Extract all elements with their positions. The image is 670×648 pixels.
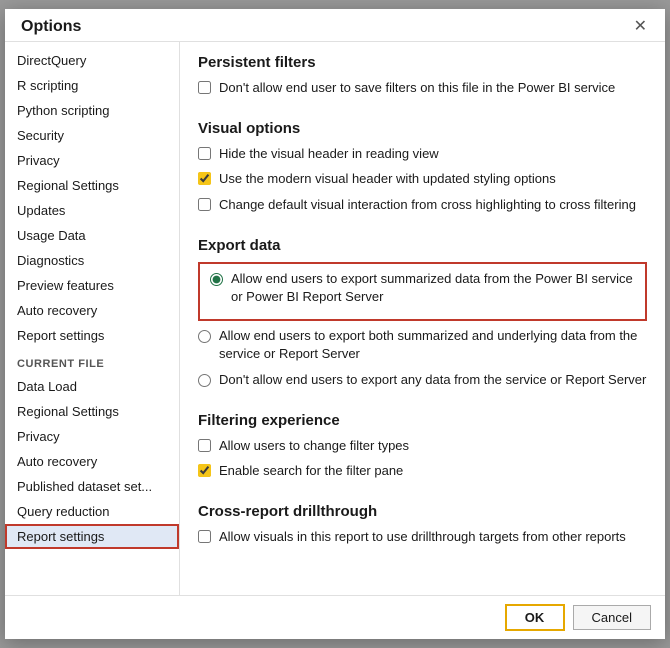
option-label-2-2: Don't allow end users to export any data… bbox=[219, 371, 646, 389]
close-button[interactable]: ✕ bbox=[628, 17, 653, 37]
sidebar-current-item-query-reduction[interactable]: Query reduction bbox=[5, 499, 179, 524]
option-row-4-0: Allow visuals in this report to use dril… bbox=[198, 528, 647, 546]
sidebar-item-diagnostics[interactable]: Diagnostics bbox=[5, 248, 179, 273]
ok-button[interactable]: OK bbox=[505, 604, 565, 631]
section-title-4: Cross-report drillthrough bbox=[198, 503, 647, 520]
option-row-2-0: Allow end users to export summarized dat… bbox=[210, 270, 635, 306]
sidebar-current-file-section: Data LoadRegional SettingsPrivacyAuto re… bbox=[5, 374, 179, 549]
option-row-3-1: Enable search for the filter pane bbox=[198, 462, 647, 480]
sidebar-item-r-scripting[interactable]: R scripting bbox=[5, 73, 179, 98]
sidebar-current-item-regional-settings[interactable]: Regional Settings bbox=[5, 399, 179, 424]
dialog-footer: OK Cancel bbox=[5, 595, 665, 639]
radio-2-0[interactable] bbox=[210, 273, 223, 286]
options-dialog: Options ✕ DirectQueryR scriptingPython s… bbox=[5, 9, 665, 639]
radio-2-2[interactable] bbox=[198, 374, 211, 387]
title-bar: Options ✕ bbox=[5, 9, 665, 42]
sidebar-current-item-privacy[interactable]: Privacy bbox=[5, 424, 179, 449]
option-row-3-0: Allow users to change filter types bbox=[198, 437, 647, 455]
sidebar-global-section: DirectQueryR scriptingPython scriptingSe… bbox=[5, 48, 179, 348]
sidebar-item-auto-recovery[interactable]: Auto recovery bbox=[5, 298, 179, 323]
sidebar-scroll[interactable]: DirectQueryR scriptingPython scriptingSe… bbox=[5, 42, 179, 595]
section-title-2: Export data bbox=[198, 237, 647, 254]
option-row-2-2: Don't allow end users to export any data… bbox=[198, 371, 647, 389]
sidebar-item-usage-data[interactable]: Usage Data bbox=[5, 223, 179, 248]
sidebar-current-item-report-settings[interactable]: Report settings bbox=[5, 524, 179, 549]
option-label-1-1: Use the modern visual header with update… bbox=[219, 170, 556, 188]
checkbox-4-0[interactable] bbox=[198, 530, 211, 543]
sidebar-item-directquery[interactable]: DirectQuery bbox=[5, 48, 179, 73]
checkbox-3-0[interactable] bbox=[198, 439, 211, 452]
checkbox-1-2[interactable] bbox=[198, 198, 211, 211]
sidebar-current-item-published-dataset-set...[interactable]: Published dataset set... bbox=[5, 474, 179, 499]
dialog-title: Options bbox=[21, 18, 81, 36]
option-label-3-0: Allow users to change filter types bbox=[219, 437, 409, 455]
main-sections: Persistent filters Don't allow end user t… bbox=[198, 54, 647, 559]
option-label-1-0: Hide the visual header in reading view bbox=[219, 145, 439, 163]
sidebar: DirectQueryR scriptingPython scriptingSe… bbox=[5, 42, 180, 595]
sidebar-current-item-auto-recovery[interactable]: Auto recovery bbox=[5, 449, 179, 474]
cancel-button[interactable]: Cancel bbox=[573, 605, 651, 630]
option-label-2-1: Allow end users to export both summarize… bbox=[219, 327, 647, 363]
option-label-4-0: Allow visuals in this report to use dril… bbox=[219, 528, 626, 546]
option-row-2-1: Allow end users to export both summarize… bbox=[198, 327, 647, 363]
sidebar-item-regional-settings[interactable]: Regional Settings bbox=[5, 173, 179, 198]
option-label-0-0: Don't allow end user to save filters on … bbox=[219, 79, 615, 97]
option-row-1-1: Use the modern visual header with update… bbox=[198, 170, 647, 188]
section-title-1: Visual options bbox=[198, 120, 647, 137]
sidebar-current-item-data-load[interactable]: Data Load bbox=[5, 374, 179, 399]
option-label-2-0: Allow end users to export summarized dat… bbox=[231, 270, 635, 306]
section-title-3: Filtering experience bbox=[198, 412, 647, 429]
option-row-1-0: Hide the visual header in reading view bbox=[198, 145, 647, 163]
sidebar-item-python-scripting[interactable]: Python scripting bbox=[5, 98, 179, 123]
dialog-body: DirectQueryR scriptingPython scriptingSe… bbox=[5, 42, 665, 595]
section-title-0: Persistent filters bbox=[198, 54, 647, 71]
checkbox-1-0[interactable] bbox=[198, 147, 211, 160]
sidebar-item-report-settings[interactable]: Report settings bbox=[5, 323, 179, 348]
option-row-0-0: Don't allow end user to save filters on … bbox=[198, 79, 647, 97]
option-label-1-2: Change default visual interaction from c… bbox=[219, 196, 636, 214]
option-label-3-1: Enable search for the filter pane bbox=[219, 462, 403, 480]
option-row-1-2: Change default visual interaction from c… bbox=[198, 196, 647, 214]
highlighted-option-box: Allow end users to export summarized dat… bbox=[198, 262, 647, 321]
checkbox-1-1[interactable] bbox=[198, 172, 211, 185]
sidebar-section-header-current-file: CURRENT FILE bbox=[5, 348, 179, 374]
sidebar-item-security[interactable]: Security bbox=[5, 123, 179, 148]
main-content[interactable]: Persistent filters Don't allow end user t… bbox=[180, 42, 665, 595]
sidebar-item-updates[interactable]: Updates bbox=[5, 198, 179, 223]
sidebar-item-preview-features[interactable]: Preview features bbox=[5, 273, 179, 298]
checkbox-3-1[interactable] bbox=[198, 464, 211, 477]
sidebar-item-privacy[interactable]: Privacy bbox=[5, 148, 179, 173]
checkbox-0-0[interactable] bbox=[198, 81, 211, 94]
radio-2-1[interactable] bbox=[198, 330, 211, 343]
